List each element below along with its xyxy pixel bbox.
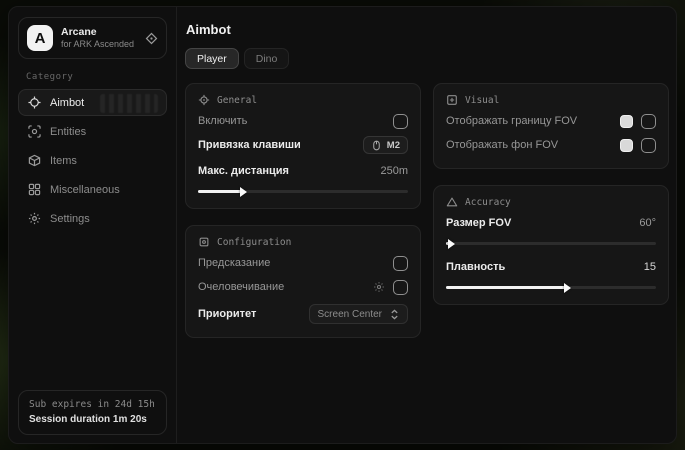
tab-player[interactable]: Player: [185, 48, 239, 69]
priority-value: Screen Center: [318, 309, 382, 320]
max-distance-label: Макс. дистанция: [198, 165, 289, 177]
sidebar-item-label: Settings: [50, 213, 90, 225]
slider-thumb[interactable]: [240, 187, 247, 197]
panel-general: General Включить Привязка клавиши: [185, 83, 421, 209]
sub-expires-text: Sub expires in 24d 15h: [29, 398, 156, 412]
fov-background-checkbox[interactable]: [641, 138, 656, 153]
panel-title: Visual: [465, 95, 499, 106]
sidebar: A Arcane for ARK Ascended Category: [9, 7, 177, 443]
scan-person-icon: [28, 125, 41, 138]
scope-icon: [198, 94, 210, 106]
sidebar-item-label: Items: [50, 155, 77, 167]
fov-size-value: 60°: [639, 217, 656, 229]
keybind-button[interactable]: M2: [363, 136, 408, 154]
panel-configuration: Configuration Предсказание Очеловечивани…: [185, 225, 421, 338]
humanization-settings-icon[interactable]: [373, 281, 385, 293]
sidebar-header: A Arcane for ARK Ascended: [18, 17, 167, 59]
panel-accuracy: Accuracy Размер FOV 60° Плавность 15: [433, 185, 669, 305]
app-logo: A: [27, 25, 53, 51]
triangle-icon: [446, 196, 458, 208]
app-subtitle: for ARK Ascended: [61, 39, 137, 50]
sidebar-item-items[interactable]: Items: [18, 147, 167, 174]
fov-background-label: Отображать фон FOV: [446, 139, 558, 151]
slider-thumb[interactable]: [564, 283, 571, 293]
smoothness-value: 15: [644, 261, 656, 273]
sidebar-item-label: Aimbot: [50, 97, 84, 109]
max-distance-slider[interactable]: [198, 190, 408, 193]
max-distance-value: 250m: [380, 165, 408, 177]
mouse-icon: [371, 140, 382, 151]
category-label: Category: [26, 72, 167, 82]
config-cube-icon: [198, 236, 210, 248]
gear-icon: [28, 212, 41, 225]
sidebar-item-aimbot[interactable]: Aimbot: [18, 89, 167, 116]
tab-bar: Player Dino: [185, 48, 669, 69]
enable-checkbox[interactable]: [393, 114, 408, 129]
keybind-value: M2: [387, 140, 400, 151]
image-frame-icon: [446, 94, 458, 106]
target-diamond-icon[interactable]: [145, 32, 158, 45]
sidebar-item-entities[interactable]: Entities: [18, 118, 167, 145]
session-duration-text: Session duration 1m 20s: [29, 412, 156, 427]
app-window: A Arcane for ARK Ascended Category: [8, 6, 677, 444]
priority-label: Приоритет: [198, 308, 256, 320]
keybind-label: Привязка клавиши: [198, 139, 301, 151]
slider-thumb[interactable]: [448, 239, 455, 249]
humanization-label: Очеловечивание: [198, 281, 284, 293]
watermark: [100, 94, 158, 113]
prediction-checkbox[interactable]: [393, 256, 408, 271]
app-name: Arcane: [61, 26, 137, 39]
fov-size-label: Размер FOV: [446, 217, 511, 229]
fov-background-color-swatch[interactable]: [620, 139, 633, 152]
tab-dino[interactable]: Dino: [244, 48, 290, 69]
panel-visual: Visual Отображать границу FOV Отображать…: [433, 83, 669, 169]
panel-title: General: [217, 95, 257, 106]
humanization-checkbox[interactable]: [393, 280, 408, 295]
panel-title: Accuracy: [465, 197, 511, 208]
fov-border-label: Отображать границу FOV: [446, 115, 577, 127]
fov-size-slider[interactable]: [446, 242, 656, 245]
subscription-info: Sub expires in 24d 15h Session duration …: [18, 390, 167, 435]
sidebar-nav: Aimbot Entities Items: [18, 89, 167, 390]
smoothness-slider[interactable]: [446, 286, 656, 289]
crosshair-icon: [28, 96, 41, 109]
page-title: Aimbot: [186, 22, 669, 37]
panel-title: Configuration: [217, 237, 291, 248]
grid-icon: [28, 183, 41, 196]
sidebar-item-miscellaneous[interactable]: Miscellaneous: [18, 176, 167, 203]
sidebar-item-label: Entities: [50, 126, 86, 138]
sidebar-item-settings[interactable]: Settings: [18, 205, 167, 232]
fov-border-checkbox[interactable]: [641, 114, 656, 129]
enable-label: Включить: [198, 115, 247, 127]
priority-select[interactable]: Screen Center: [309, 304, 408, 324]
chevron-updown-icon: [390, 309, 399, 320]
main-content: Aimbot Player Dino General: [177, 7, 677, 443]
box-icon: [28, 154, 41, 167]
smoothness-label: Плавность: [446, 261, 505, 273]
sidebar-item-label: Miscellaneous: [50, 184, 120, 196]
fov-border-color-swatch[interactable]: [620, 115, 633, 128]
prediction-label: Предсказание: [198, 257, 270, 269]
